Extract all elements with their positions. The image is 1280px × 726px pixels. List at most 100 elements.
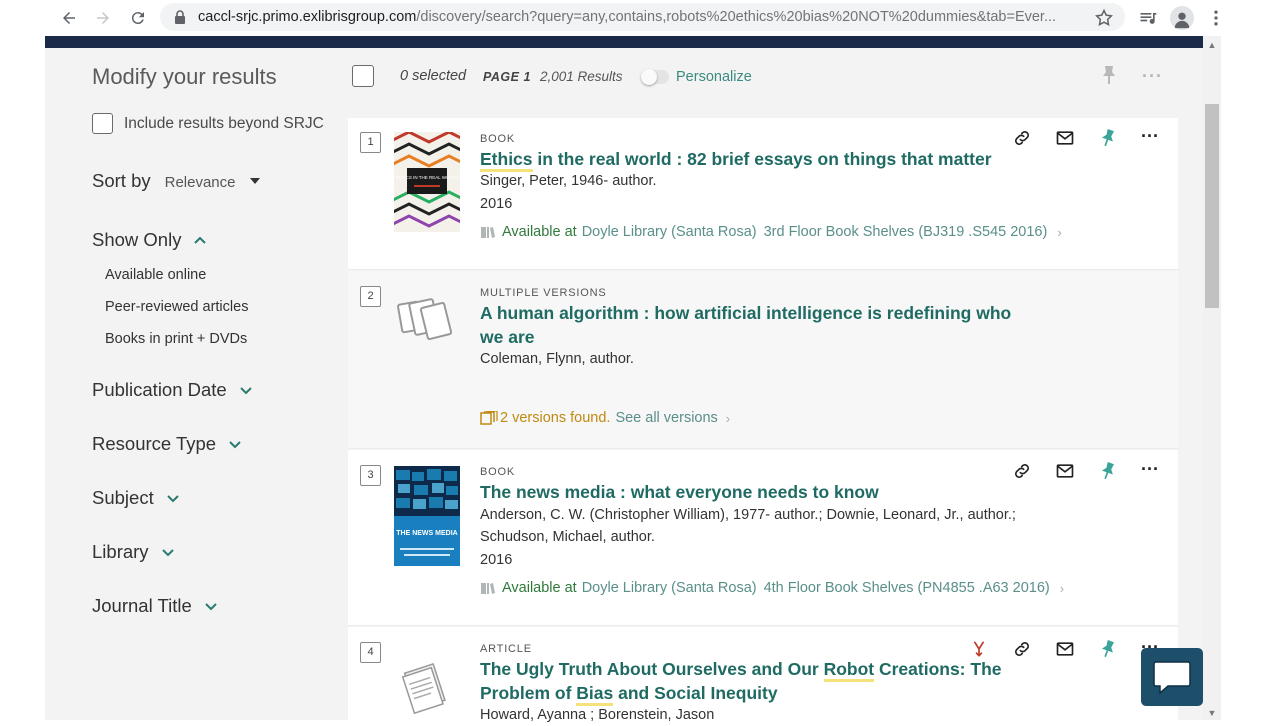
availability-library: Doyle Library (Santa Rosa) [581,224,757,240]
result-title[interactable]: Ethics in the real world : 82 brief essa… [480,147,1020,172]
result-title[interactable]: The Ugly Truth About Ourselves and Our R… [480,657,1040,706]
media-icon[interactable] [1136,6,1160,30]
result-year: 2016 [480,196,513,212]
result-year: 2016 [480,552,513,568]
result-author-cont: Schudson, Michael, author. [480,529,655,545]
forward-icon[interactable] [92,7,114,29]
link-icon[interactable] [1011,460,1033,482]
availability-line[interactable]: Available at Doyle Library (Santa Rosa) … [480,224,1062,240]
chevron-right-icon[interactable]: › [726,411,730,426]
email-icon[interactable] [1054,638,1076,660]
chat-icon [1153,661,1191,695]
more-icon[interactable]: ··· [1139,125,1161,147]
url-host: caccl-srjc.primo.exlibrisgroup.com [198,9,417,25]
title-text: and Social Inequity [613,683,778,703]
result-card[interactable]: 3 THE NEWS MEDIA BOOK The news media : w… [348,450,1178,626]
book-cover-thumbnail[interactable]: THE NEWS MEDIA [394,466,460,566]
include-beyond-checkbox[interactable] [92,113,113,134]
result-card[interactable]: 1 ETHICS IN THE REAL WORLD BOOK Ethics i… [348,118,1178,270]
pin-icon[interactable] [1097,460,1119,482]
more-icon[interactable]: ··· [1142,66,1163,87]
book-cover-thumbnail[interactable]: ETHICS IN THE REAL WORLD [394,132,460,232]
availability-shelf: 4th Floor Book Shelves (PN4855 .A63 2016… [763,580,1050,596]
more-icon[interactable]: ··· [1139,458,1161,480]
email-icon[interactable] [1054,460,1076,482]
availability-line[interactable]: Available at Doyle Library (Santa Rosa) … [480,580,1064,596]
show-only-available-online[interactable]: Available online [105,267,206,283]
browser-toolbar: caccl-srjc.primo.exlibrisgroup.com/disco… [0,0,1280,36]
reload-icon[interactable] [127,7,149,29]
account-icon[interactable] [1170,6,1194,30]
facet-show-only[interactable]: Show Only [92,229,207,251]
availability-status: Available at [502,580,577,596]
chat-button[interactable] [1141,648,1203,706]
link-icon[interactable] [1011,638,1033,660]
address-bar[interactable]: caccl-srjc.primo.exlibrisgroup.com/disco… [160,3,1125,31]
chevron-down-icon[interactable] [239,383,253,397]
pin-icon[interactable] [1100,65,1118,85]
facet-label: Publication Date [92,379,227,400]
menu-icon[interactable] [1204,6,1228,30]
result-author: Anderson, C. W. (Christopher William), 1… [480,507,1016,523]
personalize-toggle[interactable] [641,69,669,85]
facet-journal-title[interactable]: Journal Title [92,595,218,617]
result-rank: 1 [360,132,381,153]
facet-label: Resource Type [92,433,217,454]
result-type: MULTIPLE VERSIONS [480,287,607,299]
facet-resource-type[interactable]: Resource Type [92,433,242,455]
result-rank: 3 [360,465,381,486]
book-icon [481,227,495,238]
scroll-down-arrow[interactable]: ▼ [1205,706,1219,720]
multiple-versions-thumbnail[interactable] [394,285,460,365]
title-highlight: Robot [823,659,875,682]
show-only-books-in-print[interactable]: Books in print + DVDs [105,331,247,347]
article-thumbnail[interactable] [394,647,460,720]
select-all-checkbox[interactable] [352,65,374,87]
facet-publication-date[interactable]: Publication Date [92,379,253,401]
star-icon[interactable] [1092,6,1116,30]
result-card[interactable]: 2 MULTIPLE VERSIONS A human algorithm : … [348,271,1178,449]
include-beyond-label: Include results beyond SRJC [124,114,324,132]
email-icon[interactable] [1054,127,1076,149]
result-author: Howard, Ayanna ; Borenstein, Jason [480,707,715,723]
show-only-peer-reviewed[interactable]: Peer-reviewed articles [105,299,248,315]
back-icon[interactable] [58,7,80,29]
pin-icon[interactable] [1097,638,1119,660]
result-title[interactable]: A human algorithm : how artificial intel… [480,301,1020,349]
sort-caret-icon[interactable] [249,178,260,184]
chevron-down-icon[interactable] [161,545,175,559]
result-title[interactable]: The news media : what everyone needs to … [480,480,1020,504]
chevron-down-icon[interactable] [166,491,180,505]
include-beyond-option[interactable]: Include results beyond SRJC [92,113,324,134]
header-strip [45,36,1203,48]
title-text: The Ugly Truth About Ourselves and Our [480,659,824,679]
chevron-down-icon[interactable] [228,437,242,451]
title-highlight: Ethics [480,149,533,172]
versions-icon [480,411,498,425]
scroll-up-arrow[interactable]: ▲ [1205,38,1219,52]
pin-icon[interactable] [1097,127,1119,149]
versions-line[interactable]: 2 versions found. See all versions › [480,410,730,426]
availability-status: Available at [502,224,577,240]
title-highlight: Bias [576,683,614,706]
see-all-versions-link[interactable]: See all versions [615,410,717,426]
sort-control[interactable]: Sort by Relevance [92,170,260,192]
scrollbar-thumb[interactable] [1205,104,1219,308]
facet-library[interactable]: Library [92,541,175,563]
result-card[interactable]: 4 ARTICLE The Ugly Truth About Ourselves… [348,627,1178,723]
cover-title: ETHICS IN THE REAL WORLD [395,175,459,180]
sort-value[interactable]: Relevance [165,174,236,191]
chevron-right-icon[interactable]: › [1057,225,1061,240]
window-margin-right [1236,36,1280,720]
result-author: Singer, Peter, 1946- author. [480,173,657,189]
result-type: BOOK [480,466,515,478]
link-icon[interactable] [1011,127,1033,149]
facet-subject[interactable]: Subject [92,487,180,509]
chevron-right-icon[interactable]: › [1060,581,1064,596]
chevron-up-icon[interactable] [193,233,207,247]
facet-label: Journal Title [92,595,192,616]
book-icon [481,583,495,594]
title-text: Creations: The [874,659,1002,679]
personalize-label[interactable]: Personalize [676,69,752,85]
chevron-down-icon[interactable] [204,599,218,613]
